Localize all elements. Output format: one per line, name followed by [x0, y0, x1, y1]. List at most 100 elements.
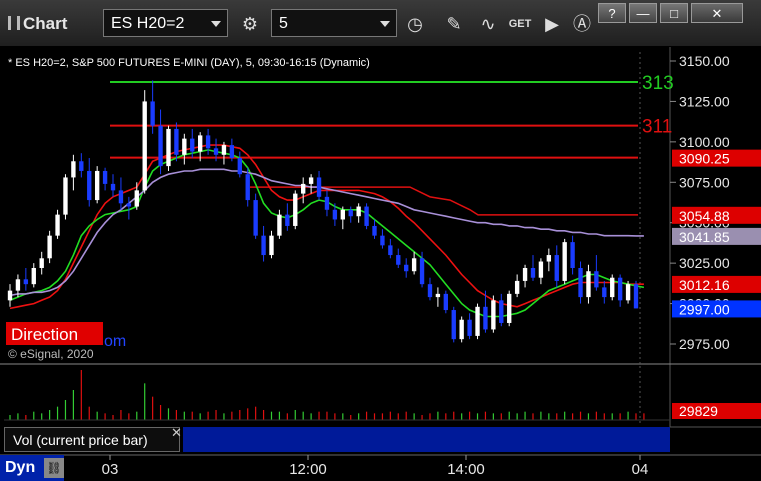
time-tick-label: 04	[632, 461, 649, 478]
candle-body	[617, 277, 623, 301]
time-axis: 03 12:00 14:00 04	[0, 454, 761, 481]
price-chart[interactable]: 3150.003125.003100.003075.003050.003025.…	[0, 0, 761, 481]
candle-body	[308, 177, 314, 184]
candle-body	[166, 128, 171, 167]
candle-body	[340, 209, 345, 220]
plot-background	[0, 47, 670, 427]
price-tick-label: 3150.00	[679, 53, 730, 69]
volume-panel-header[interactable]: Vol (current price bar)	[4, 427, 180, 452]
watermark-com: om	[104, 333, 126, 350]
candle-body	[332, 209, 338, 220]
candle-body	[182, 138, 187, 155]
candle	[142, 90, 147, 194]
candle-body	[31, 267, 36, 285]
candle-body	[491, 300, 496, 330]
candle-body	[102, 170, 108, 184]
candle-body	[610, 277, 615, 298]
time-axis-bg	[66, 455, 670, 481]
candle-body	[396, 255, 401, 265]
volume-panel-bar	[183, 427, 670, 452]
candle-body	[126, 203, 132, 207]
candle-body	[602, 287, 607, 298]
candle	[63, 174, 68, 220]
candle-body	[118, 190, 124, 204]
candle-body	[87, 170, 92, 201]
candle	[475, 303, 480, 340]
candle-body	[261, 235, 266, 256]
candle-body	[15, 279, 21, 291]
candle-body	[451, 310, 456, 340]
candle	[491, 295, 496, 333]
candle-body	[205, 135, 211, 149]
candle	[364, 203, 369, 230]
candle-body	[63, 177, 68, 215]
candle-body	[47, 235, 52, 259]
price-tick-label: 3025.00	[679, 255, 730, 271]
candle	[625, 280, 631, 304]
candle-body	[142, 101, 147, 191]
candle-body	[586, 271, 591, 298]
volume-value: 29829	[679, 403, 718, 419]
candle-body	[443, 293, 449, 311]
candle	[293, 190, 298, 230]
dynamic-label: Dyn	[5, 459, 36, 476]
candle-body	[522, 267, 528, 281]
price-tick-label: 2975.00	[679, 336, 730, 352]
candle-body	[427, 284, 433, 298]
price-label: 2997.00	[679, 301, 730, 317]
candle-body	[7, 290, 13, 301]
candle-body	[364, 206, 369, 226]
candle-body	[475, 306, 480, 336]
candle-body	[546, 255, 552, 262]
candle-body	[483, 306, 488, 330]
candle-body	[285, 214, 290, 226]
candle-body	[372, 225, 377, 236]
volume-panel-title: Vol (current price bar)	[13, 432, 148, 448]
candle	[94, 166, 100, 204]
price-tick-label: 3100.00	[679, 134, 730, 150]
candle-body	[94, 170, 100, 201]
candle-body	[499, 300, 504, 323]
candle-body	[538, 261, 544, 278]
candle-body	[419, 258, 425, 285]
candle-body	[530, 267, 536, 278]
candle-body	[39, 258, 44, 268]
candle-body	[435, 293, 441, 298]
candle-body	[277, 214, 282, 236]
candle-body	[380, 235, 385, 246]
candle-body	[221, 145, 227, 155]
candle-body	[554, 255, 559, 281]
candle-body	[301, 183, 306, 194]
candle	[633, 280, 639, 309]
candle-body	[134, 190, 139, 207]
candle-body	[253, 200, 258, 236]
candle	[507, 290, 512, 327]
candle-body	[213, 148, 219, 155]
time-tick-label: 12:00	[289, 461, 327, 478]
candle	[610, 274, 615, 301]
candle-body	[174, 128, 179, 155]
candle-body	[507, 293, 512, 323]
chain-icon[interactable]: ⛓	[44, 458, 64, 478]
candle-body	[467, 319, 472, 336]
candle-body	[594, 271, 599, 288]
candle-body	[324, 196, 330, 210]
candle-body	[229, 145, 235, 159]
candle	[166, 125, 171, 171]
candle-body	[404, 264, 409, 272]
candle-body	[245, 174, 250, 201]
candle-body	[150, 101, 155, 126]
level-label: 313	[642, 73, 674, 94]
chart-header: * ES H20=2, S&P 500 FUTURES E-MINI (DAY)…	[8, 57, 370, 69]
candle-body	[348, 209, 353, 217]
candle-body	[110, 183, 116, 191]
close-icon[interactable]: ✕	[171, 425, 182, 441]
candle-body	[388, 245, 393, 256]
candle-body	[356, 206, 361, 217]
candle-body	[625, 284, 631, 301]
price-label: 3054.88	[679, 208, 730, 224]
candle-body	[459, 319, 464, 340]
copyright: © eSignal, 2020	[8, 347, 94, 361]
candle-body	[23, 279, 29, 285]
time-tick-label: 14:00	[447, 461, 485, 478]
